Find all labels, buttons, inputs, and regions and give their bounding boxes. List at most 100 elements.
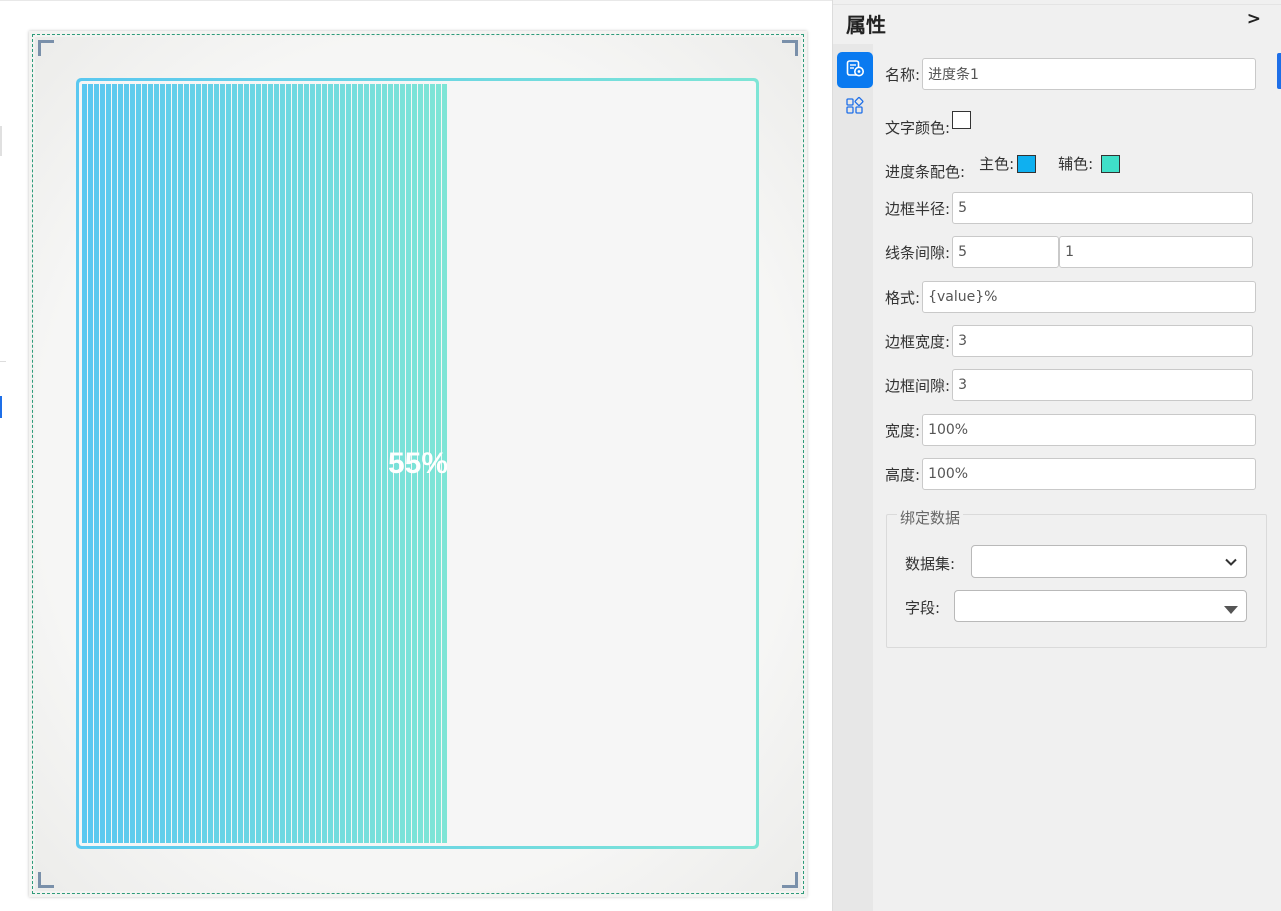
width-row: 宽度: [885, 414, 1257, 446]
secondary-color-label: 辅色: [1058, 155, 1094, 173]
border-gap-label: 边框间隙: [885, 376, 951, 395]
progress-bar-segment [304, 84, 309, 843]
progress-bar-segment [328, 84, 333, 843]
progress-bar-segment [208, 84, 213, 843]
format-input[interactable] [922, 281, 1257, 313]
width-input[interactable] [922, 414, 1257, 446]
progress-bar-segment [262, 84, 267, 843]
caret-down-icon [1224, 601, 1238, 619]
progress-bar-segment [334, 84, 339, 843]
progress-bar-segment [232, 84, 237, 843]
height-label: 高度: [885, 465, 921, 484]
border-radius-input[interactable] [952, 192, 1254, 224]
chevron-down-icon [1224, 555, 1238, 573]
progress-bar-segment [82, 84, 87, 843]
properties-tab-button[interactable] [837, 52, 873, 88]
progress-bar-segment [346, 84, 351, 843]
progress-bar-segment [310, 84, 315, 843]
name-label: 名称: [885, 65, 921, 84]
panel-top-divider [833, 4, 1281, 5]
progress-bar-segment [250, 84, 255, 843]
height-row: 高度: [885, 458, 1257, 490]
progress-bar-segment [256, 84, 261, 843]
bar-colors-row: 进度条配色: 主色: 辅色: [885, 147, 1121, 182]
progress-bar-segment [130, 84, 135, 843]
design-canvas: 55% [0, 0, 832, 911]
bar-colors-label: 进度条配色: [885, 163, 966, 181]
progress-bar-segment [118, 84, 123, 843]
primary-color-swatch[interactable] [1017, 154, 1037, 173]
progress-bar-segment [322, 84, 327, 843]
corner-bracket-bottom-left [38, 872, 54, 888]
field-select[interactable] [954, 590, 1247, 622]
progress-bar-segment [184, 84, 189, 843]
progress-bar-segment [220, 84, 225, 843]
progress-bar-segment [214, 84, 219, 843]
progress-bar-segment [106, 84, 111, 843]
canvas-left-divider [0, 361, 6, 362]
width-label: 宽度: [885, 421, 921, 440]
border-width-row: 边框宽度: [885, 325, 1254, 357]
progress-bar-segment [352, 84, 357, 843]
height-input[interactable] [922, 458, 1257, 490]
progress-bar-segment [298, 84, 303, 843]
progress-bar-segment [244, 84, 249, 843]
progress-bar-segment [112, 84, 117, 843]
progress-widget-frame[interactable]: 55% [29, 31, 807, 897]
panel-scroll-indicator[interactable] [1277, 53, 1281, 89]
field-label: 字段: [905, 599, 941, 617]
components-tab-button[interactable] [837, 90, 873, 126]
line-gap-input[interactable] [1059, 236, 1254, 268]
dataset-select[interactable] [971, 545, 1247, 578]
progress-bar-segment [340, 84, 345, 843]
progress-bar-segment [238, 84, 243, 843]
corner-bracket-bottom-right [782, 872, 798, 888]
border-gap-row: 边框间隙: [885, 369, 1254, 401]
properties-settings-icon [845, 58, 865, 82]
border-radius-label: 边框半径: [885, 199, 951, 218]
data-binding-legend: 绑定数据 [897, 507, 964, 528]
dataset-label: 数据集: [905, 555, 956, 573]
text-color-row: 文字颜色: [885, 103, 972, 138]
progress-bar-segment [364, 84, 369, 843]
corner-bracket-top-left [38, 40, 54, 56]
text-color-swatch[interactable] [952, 110, 972, 129]
progress-bar-segment [382, 84, 387, 843]
panel-icon-rail [833, 44, 873, 911]
progress-bar-segment [136, 84, 141, 843]
progress-bar-segment [88, 84, 93, 843]
progress-bar-segment [202, 84, 207, 843]
progress-bar-segment [358, 84, 363, 843]
progress-bar-border: 55% [76, 78, 759, 849]
collapse-panel-button[interactable]: > [1247, 9, 1261, 29]
canvas-left-handle[interactable] [0, 126, 2, 156]
progress-bar-segment [280, 84, 285, 843]
border-radius-row: 边框半径: [885, 192, 1254, 224]
progress-bar-segment [268, 84, 273, 843]
format-row: 格式: [885, 281, 1257, 313]
progress-bar-segment [100, 84, 105, 843]
progress-value-label: 55% [387, 446, 448, 480]
name-row: 名称: [885, 58, 1257, 90]
progress-bar-segment [292, 84, 297, 843]
name-input[interactable] [922, 58, 1257, 90]
progress-bar-segment [172, 84, 177, 843]
progress-bar-segment [316, 84, 321, 843]
progress-bar-segment [166, 84, 171, 843]
canvas-left-selection-indicator [0, 396, 2, 418]
secondary-color-swatch[interactable] [1101, 154, 1121, 173]
components-icon [845, 96, 865, 120]
properties-panel: 属性 > 名称: 进度条1 文字颜色: 进度条配色: 主色: 辅色: 边框半径:… [832, 0, 1281, 911]
progress-bar-segment [94, 84, 99, 843]
border-width-input[interactable] [952, 325, 1254, 357]
primary-color-label: 主色: [979, 155, 1015, 173]
line-gap-row: 线条间隙: [885, 236, 1254, 268]
text-color-label: 文字颜色: [885, 119, 951, 137]
border-gap-input[interactable] [952, 369, 1254, 401]
progress-bar-segment [370, 84, 375, 843]
progress-bar-segment [226, 84, 231, 843]
progress-bar-segment [148, 84, 153, 843]
line-width-input[interactable] [952, 236, 1060, 268]
progress-bar-segment [124, 84, 129, 843]
format-label: 格式: [885, 288, 921, 307]
